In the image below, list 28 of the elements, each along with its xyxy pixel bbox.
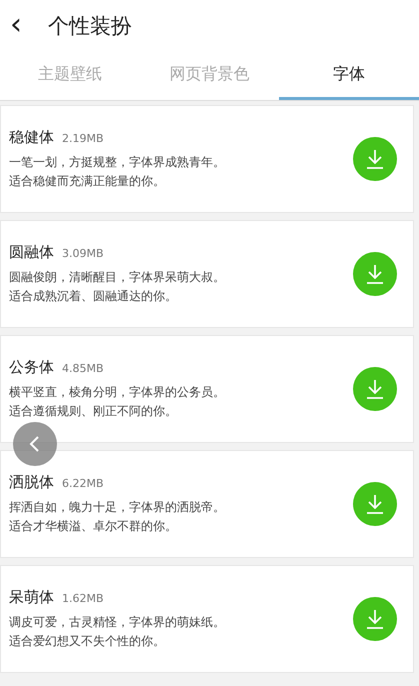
font-description: 横平竖直，棱角分明，字体界的公务员。 — [9, 384, 225, 400]
font-description: 调皮可爱，古灵精怪，字体界的萌妹纸。 — [9, 614, 225, 630]
back-button[interactable]: ‹ — [0, 6, 48, 46]
download-button[interactable] — [353, 252, 397, 296]
font-name: 圆融体 — [9, 242, 54, 262]
download-button[interactable] — [353, 597, 397, 641]
font-description: 一笔一划，方挺规整，字体界成熟青年。 — [9, 154, 225, 170]
font-description: 圆融俊朗，清晰醒目，字体界呆萌大叔。 — [9, 268, 225, 286]
file-size: 1.62MB — [62, 592, 104, 604]
font-name: 呆萌体 — [9, 588, 54, 606]
font-description: 挥洒自如，魄力十足，字体界的洒脱帝。 — [9, 498, 225, 516]
download-button[interactable] — [353, 137, 397, 181]
font-description: 适合稳健而充满正能量的你。 — [9, 172, 165, 190]
font-name: 洒脱体 — [9, 472, 54, 492]
file-size: 4.85MB — [62, 362, 104, 374]
download-button[interactable] — [353, 367, 397, 411]
font-description: 适合成熟沉着、圆融通达的你。 — [9, 288, 177, 304]
font-description: 适合爱幻想又不失个性的你。 — [9, 632, 165, 650]
tab[interactable]: 字体 — [279, 52, 419, 100]
font-name: 公务体 — [9, 358, 54, 376]
page-title: 个性装扮 — [48, 13, 132, 40]
font-description: 适合遵循规则、刚正不阿的你。 — [9, 402, 177, 420]
font-name: 稳健体 — [9, 128, 54, 146]
file-size: 2.19MB — [62, 132, 104, 144]
file-size: 3.09MB — [62, 246, 104, 260]
file-size: 6.22MB — [62, 476, 104, 490]
download-button[interactable] — [353, 482, 397, 526]
font-description: 适合才华横溢、卓尔不群的你。 — [9, 518, 177, 534]
